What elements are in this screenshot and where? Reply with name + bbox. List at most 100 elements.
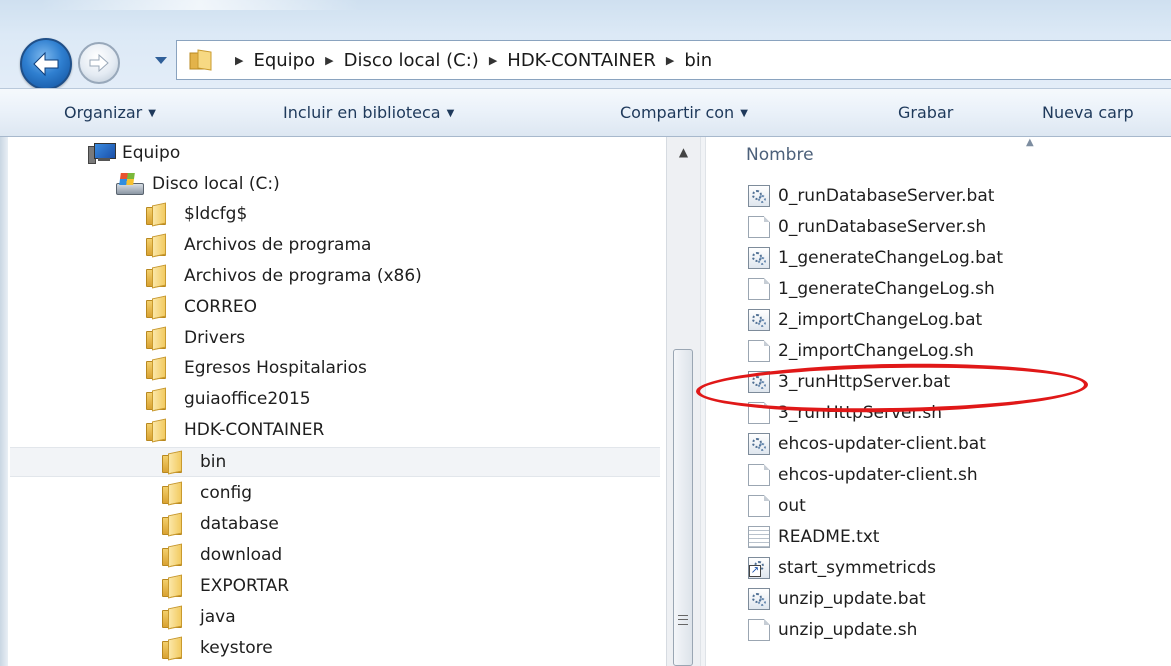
list-item[interactable]: ehcos-updater-client.sh [748,460,978,490]
nav-item-folder[interactable]: guiaoffice2015 [144,384,311,414]
nav-item-subfolder-selected[interactable]: bin [10,447,660,477]
folder-icon [189,49,215,71]
folder-icon [160,636,186,661]
nav-item-folder[interactable]: $ldcfg$ [144,199,247,229]
file-name: 0_runDatabaseServer.bat [778,186,995,206]
nav-item-label: $ldcfg$ [184,204,248,224]
folder-icon [144,202,170,227]
nav-item-label: bin [200,452,227,472]
nav-item-subfolder[interactable]: config [160,478,252,508]
batch-file-icon [748,185,770,207]
column-header-name[interactable]: Nombre [746,145,814,165]
folder-icon [160,605,186,630]
folder-icon [144,295,170,320]
scrollbar-thumb[interactable] [673,349,693,666]
nav-item-folder[interactable]: Archivos de programa (x86) [144,261,422,291]
nav-item-disco-local[interactable]: Disco local (C:) [116,169,280,199]
breadcrumb-separator-icon[interactable]: ▶ [489,54,497,67]
file-name: out [778,496,806,516]
nav-item-label: java [200,607,236,627]
new-folder-button[interactable]: Nueva carp [1042,103,1134,122]
nav-item-label: keystore [200,638,273,658]
grip-icon [678,615,688,625]
file-name: ehcos-updater-client.bat [778,434,986,454]
organize-button[interactable]: Organizar ▼ [64,103,156,122]
chevron-down-icon: ▼ [740,108,748,119]
nav-item-label: Disco local (C:) [152,174,280,194]
forward-button[interactable] [78,42,120,84]
list-item[interactable]: 1_generateChangeLog.bat [748,243,1003,273]
share-label: Compartir con [620,103,735,122]
computer-icon [88,142,116,164]
list-item[interactable]: out [748,491,806,521]
breadcrumb-separator-icon[interactable]: ▶ [666,54,674,67]
breadcrumb-label[interactable]: Equipo [253,50,315,71]
list-item[interactable]: 2_importChangeLog.sh [748,336,974,366]
folder-icon [160,574,186,599]
file-name: start_symmetricds [778,558,936,578]
nav-item-subfolder[interactable]: java [160,602,236,632]
include-in-library-button[interactable]: Incluir en biblioteca ▼ [283,103,454,122]
breadcrumb-label[interactable]: HDK-CONTAINER [507,50,656,71]
breadcrumb-separator-icon[interactable]: ▶ [235,54,243,67]
nav-item-equipo[interactable]: Equipo [88,138,180,168]
nav-item-folder[interactable]: HDK-CONTAINER [144,415,324,445]
list-item[interactable]: 1_generateChangeLog.sh [748,274,995,304]
title-glow [40,0,360,10]
file-icon [748,464,770,486]
include-label: Incluir en biblioteca [283,103,441,122]
recent-pages-button[interactable] [153,52,169,66]
file-icon [748,619,770,641]
back-button[interactable] [20,38,72,90]
list-item[interactable]: ehcos-updater-client.bat [748,429,986,459]
folder-icon [144,233,170,258]
nav-item-folder[interactable]: Archivos de programa [144,230,371,260]
file-name: 1_generateChangeLog.bat [778,248,1004,268]
breadcrumb-bin[interactable]: ▶ bin [656,50,712,71]
breadcrumb-disco-local[interactable]: ▶ Disco local (C:) [315,50,479,71]
nav-item-subfolder[interactable]: keystore [160,633,273,663]
scroll-up-arrow-icon[interactable]: ▲ [667,137,700,167]
address-bar[interactable]: ▶ Equipo ▶ Disco local (C:) ▶ HDK-CONTAI… [176,40,1171,80]
nav-item-label: EXPORTAR [200,576,290,596]
nav-item-label: config [200,483,253,503]
nav-item-label: Archivos de programa [184,235,372,255]
nav-item-folder[interactable]: Egresos Hospitalarios [144,353,367,383]
folder-icon [160,543,186,568]
sort-ascending-icon: ▲ [1026,137,1034,148]
nav-item-label: Equipo [122,143,181,163]
file-icon [748,495,770,517]
file-icon [748,340,770,362]
shortcut-icon [748,557,770,579]
back-arrow-icon [33,51,59,77]
folder-icon [160,481,186,506]
list-item[interactable]: 0_runDatabaseServer.bat [748,181,994,211]
nav-item-folder[interactable]: Drivers [144,323,245,353]
file-name: unzip_update.sh [778,620,918,640]
list-item[interactable]: 2_importChangeLog.bat [748,305,982,335]
breadcrumb-label[interactable]: bin [684,50,712,71]
list-item[interactable]: unzip_update.sh [748,615,917,645]
nav-item-folder[interactable]: CORREO [144,292,257,322]
list-item[interactable]: 0_runDatabaseServer.sh [748,212,986,242]
breadcrumb-label[interactable]: Disco local (C:) [344,50,479,71]
hard-drive-icon [116,173,144,195]
share-with-button[interactable]: Compartir con ▼ [620,103,748,122]
nav-item-subfolder[interactable]: EXPORTAR [160,571,289,601]
nav-item-subfolder[interactable]: database [160,509,279,539]
list-item[interactable]: unzip_update.bat [748,584,926,614]
file-name: 1_generateChangeLog.sh [778,279,995,299]
nav-scrollbar[interactable]: ▲ [666,137,700,666]
burn-label: Grabar [898,103,954,122]
breadcrumb-separator-icon[interactable]: ▶ [325,54,333,67]
nav-item-subfolder[interactable]: download [160,540,282,570]
explorer-window: ▶ Equipo ▶ Disco local (C:) ▶ HDK-CONTAI… [0,0,1171,666]
list-item[interactable]: README.txt [748,522,879,552]
pane-edge [0,137,8,666]
burn-button[interactable]: Grabar [898,103,953,122]
nav-item-label: Egresos Hospitalarios [184,358,367,378]
breadcrumb-equipo[interactable]: ▶ Equipo [225,50,315,71]
breadcrumb-hdk-container[interactable]: ▶ HDK-CONTAINER [479,50,656,71]
list-item[interactable]: start_symmetricds [748,553,936,583]
file-name: ehcos-updater-client.sh [778,465,978,485]
